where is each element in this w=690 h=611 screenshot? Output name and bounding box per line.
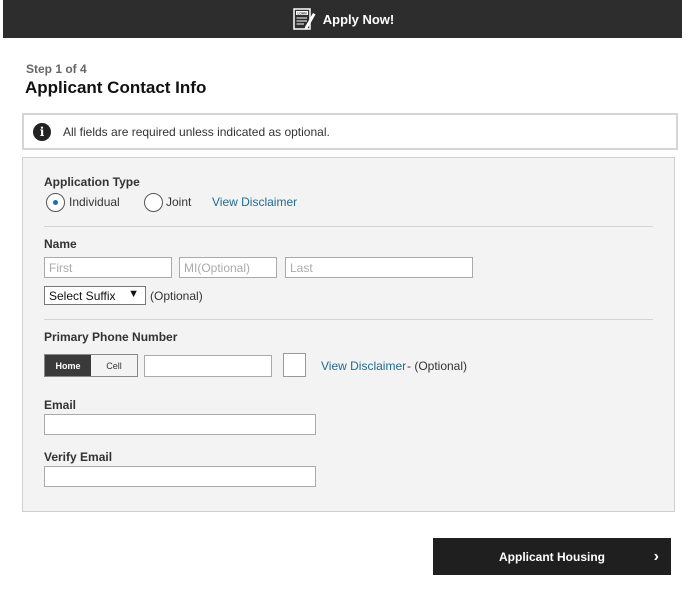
step-indicator: Step 1 of 4 (26, 62, 87, 76)
phone-consent-checkbox[interactable] (283, 353, 306, 377)
section-divider (44, 319, 653, 320)
view-disclaimer-link-phone[interactable]: View Disclaimer (321, 359, 406, 373)
verify-email-input[interactable] (44, 466, 316, 487)
notice-text: All fields are required unless indicated… (63, 124, 330, 139)
caret-down-icon: ▼ (128, 288, 139, 300)
chevron-right-icon: › (653, 548, 659, 565)
application-form-frame: LOAN Apply Now! Step 1 of 4 Applicant Co… (3, 0, 682, 611)
phone-type-home[interactable]: Home (45, 355, 91, 376)
contact-form-panel: Application Type Individual Joint View D… (22, 157, 675, 512)
document-pencil-icon: LOAN (293, 8, 316, 30)
primary-phone-label: Primary Phone Number (44, 330, 178, 344)
phone-number-input[interactable] (144, 355, 272, 377)
phone-optional-note: - (Optional) (407, 359, 468, 373)
name-label: Name (44, 237, 77, 251)
section-divider (44, 226, 653, 227)
suffix-optional-note: (Optional) (150, 289, 203, 303)
phone-type-toggle: Home Cell (44, 354, 138, 377)
info-icon: i (33, 122, 51, 141)
header-bar: LOAN Apply Now! (3, 0, 682, 38)
email-label: Email (44, 398, 77, 412)
header-title: Apply Now! (322, 11, 395, 27)
verify-email-label: Verify Email (44, 450, 113, 464)
document-label: LOAN (297, 11, 307, 15)
last-name-input[interactable] (285, 257, 473, 278)
suffix-select[interactable]: Select Suffix ▼ (44, 286, 146, 305)
phone-type-cell[interactable]: Cell (91, 355, 137, 376)
radio-joint-label[interactable]: Joint (166, 195, 191, 209)
suffix-select-value: Select Suffix (49, 288, 116, 303)
applicant-housing-button[interactable]: Applicant Housing › (433, 538, 671, 575)
application-type-label: Application Type (44, 175, 140, 189)
radio-individual-label[interactable]: Individual (69, 195, 120, 209)
radio-individual[interactable] (46, 193, 65, 212)
middle-initial-input[interactable] (179, 257, 277, 278)
radio-joint[interactable] (144, 193, 163, 212)
first-name-input[interactable] (44, 257, 172, 278)
email-input[interactable] (44, 414, 316, 435)
view-disclaimer-link-application[interactable]: View Disclaimer (212, 195, 297, 209)
required-fields-notice: i All fields are required unless indicat… (22, 113, 678, 150)
applicant-housing-button-label: Applicant Housing (499, 549, 605, 564)
page-title: Applicant Contact Info (25, 78, 207, 97)
